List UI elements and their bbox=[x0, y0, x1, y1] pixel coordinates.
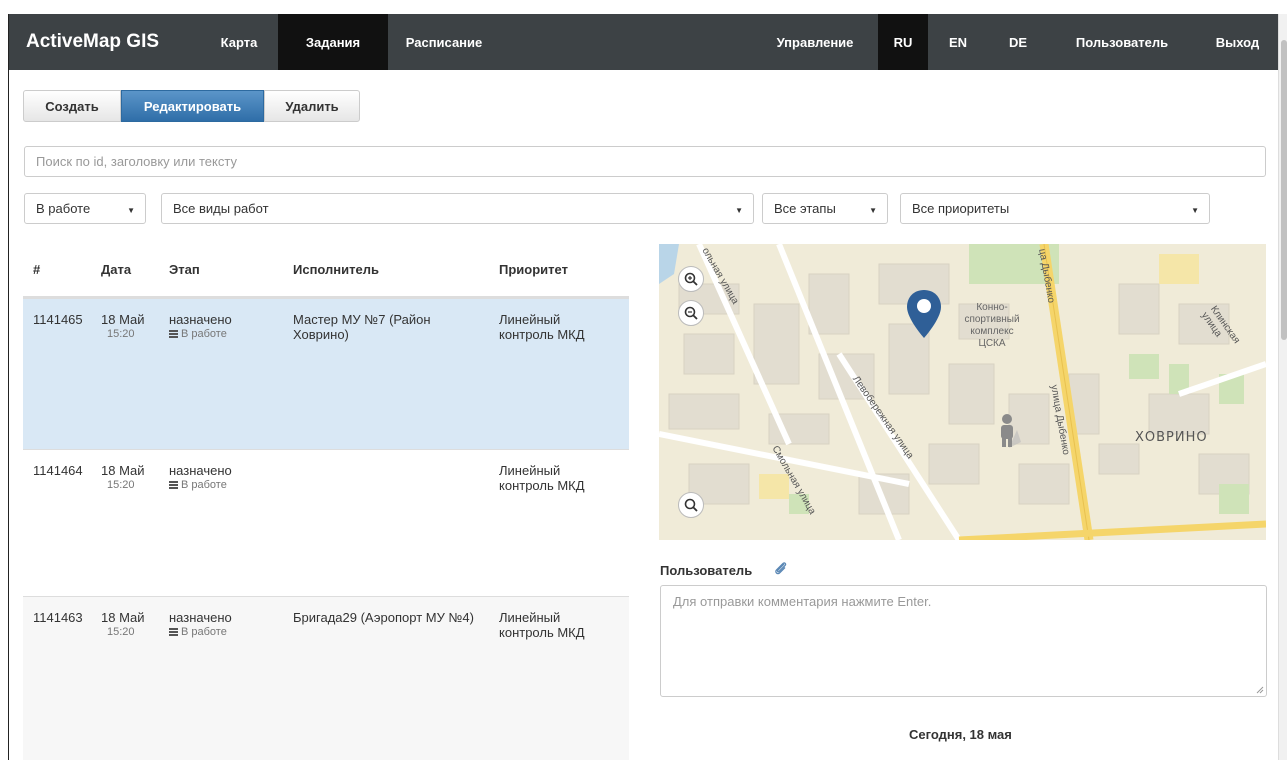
resize-handle-icon[interactable] bbox=[1256, 686, 1264, 694]
page-scrollbar[interactable] bbox=[1278, 14, 1287, 760]
row-date: 18 Май bbox=[101, 610, 145, 625]
lang-en[interactable]: EN bbox=[928, 14, 988, 70]
row-date-cell: 18 Май 15:20 bbox=[101, 312, 145, 342]
chevron-down-icon: ▼ bbox=[735, 206, 743, 215]
comment-placeholder: Для отправки комментария нажмите Enter. bbox=[673, 594, 932, 609]
map-label-complex: Конно- спортивный комплекс ЦСКА bbox=[957, 302, 1027, 350]
row-priority: Линейный контроль МКД bbox=[499, 610, 585, 640]
zoom-out-icon[interactable] bbox=[678, 300, 704, 326]
nav-schedule[interactable]: Расписание bbox=[388, 14, 500, 70]
row-stage-cell: назначено В работе bbox=[169, 610, 232, 640]
table-row[interactable]: 1141463 18 Май 15:20 назначено В работе … bbox=[23, 596, 629, 760]
chevron-down-icon: ▼ bbox=[1191, 206, 1199, 215]
lang-ru[interactable]: RU bbox=[878, 14, 928, 70]
column-header-date[interactable]: Дата bbox=[101, 262, 131, 277]
row-id: 1141465 bbox=[33, 312, 83, 327]
create-button[interactable]: Создать bbox=[23, 90, 121, 122]
location-marker-icon[interactable] bbox=[905, 288, 943, 340]
paperclip-icon[interactable] bbox=[773, 560, 789, 576]
row-status: В работе bbox=[181, 626, 227, 638]
nav-user[interactable]: Пользователь bbox=[1048, 14, 1196, 70]
search-input[interactable]: Поиск по id, заголовку или тексту bbox=[24, 146, 1266, 177]
row-date: 18 Май bbox=[101, 312, 145, 327]
row-status: В работе bbox=[181, 328, 227, 340]
row-time: 15:20 bbox=[107, 479, 135, 491]
chevron-down-icon: ▼ bbox=[869, 206, 877, 215]
person-icon[interactable] bbox=[997, 412, 1021, 452]
row-date-cell: 18 Май 15:20 bbox=[101, 463, 145, 493]
status-filter-select[interactable]: В работе ▼ bbox=[24, 193, 146, 224]
table-row[interactable]: 1141465 18 Май 15:20 назначено В работе … bbox=[23, 298, 629, 449]
navbar-spacer bbox=[500, 14, 752, 70]
nav-management[interactable]: Управление bbox=[752, 14, 878, 70]
row-date: 18 Май bbox=[101, 463, 145, 478]
row-id: 1141463 bbox=[33, 610, 83, 625]
column-header-priority[interactable]: Приоритет bbox=[499, 262, 568, 277]
app-window: ActiveMap GIS Карта Задания Расписание У… bbox=[8, 14, 1287, 760]
map-canvas[interactable] bbox=[659, 244, 1266, 540]
tasks-table: # Дата Этап Исполнитель Приоритет 114146… bbox=[23, 242, 629, 760]
chevron-down-icon: ▼ bbox=[127, 206, 135, 215]
nav-tasks[interactable]: Задания bbox=[278, 14, 388, 70]
list-icon bbox=[169, 481, 178, 489]
row-priority: Линейный контроль МКД bbox=[499, 463, 585, 493]
row-time: 15:20 bbox=[107, 626, 135, 638]
stage-filter-value: Все этапы bbox=[774, 201, 836, 216]
row-executor: Бригада29 (Аэропорт МУ №4) bbox=[293, 610, 474, 625]
scrollbar-thumb[interactable] bbox=[1281, 40, 1287, 340]
lang-de[interactable]: DE bbox=[988, 14, 1048, 70]
row-stage: назначено bbox=[169, 463, 232, 478]
nav-map[interactable]: Карта bbox=[200, 14, 278, 70]
comment-textarea[interactable]: Для отправки комментария нажмите Enter. bbox=[660, 585, 1267, 697]
list-icon bbox=[169, 628, 178, 636]
action-button-group: Создать Редактировать Удалить bbox=[23, 90, 360, 122]
row-stage: назначено bbox=[169, 610, 232, 625]
row-status: В работе bbox=[181, 479, 227, 491]
row-id: 1141464 bbox=[33, 463, 83, 478]
map-label-area: ХОВРИНО bbox=[1135, 430, 1208, 445]
nav-logout[interactable]: Выход bbox=[1196, 14, 1279, 70]
row-stage-cell: назначено В работе bbox=[169, 463, 232, 493]
table-header: # Дата Этап Исполнитель Приоритет bbox=[23, 242, 629, 298]
priority-filter-select[interactable]: Все приоритеты ▼ bbox=[900, 193, 1210, 224]
map-label-complex-line: Конно- bbox=[976, 302, 1008, 313]
stage-filter-select[interactable]: Все этапы ▼ bbox=[762, 193, 888, 224]
status-filter-value: В работе bbox=[36, 201, 91, 216]
table-row[interactable]: 1141464 18 Май 15:20 назначено В работе … bbox=[23, 449, 629, 596]
map-label-complex-line: спортивный bbox=[964, 314, 1020, 325]
task-map[interactable]: ХОВРИНО Конно- спортивный комплекс ЦСКА … bbox=[659, 244, 1266, 540]
brand-logo[interactable]: ActiveMap GIS bbox=[9, 14, 200, 70]
row-executor: Мастер МУ №7 (Район Ховрино) bbox=[293, 312, 431, 342]
work-type-filter-value: Все виды работ bbox=[173, 201, 269, 216]
list-icon bbox=[169, 330, 178, 338]
zoom-in-icon[interactable] bbox=[678, 266, 704, 292]
column-header-stage[interactable]: Этап bbox=[169, 262, 200, 277]
map-label-complex-line: комплекс bbox=[970, 326, 1014, 337]
column-header-id[interactable]: # bbox=[33, 262, 40, 277]
comments-date-header: Сегодня, 18 мая bbox=[909, 727, 1012, 742]
row-stage: назначено bbox=[169, 312, 232, 327]
row-time: 15:20 bbox=[107, 328, 135, 340]
row-priority: Линейный контроль МКД bbox=[499, 312, 585, 342]
row-date-cell: 18 Май 15:20 bbox=[101, 610, 145, 640]
work-type-filter-select[interactable]: Все виды работ ▼ bbox=[161, 193, 754, 224]
comment-user-label: Пользователь bbox=[660, 563, 753, 578]
map-label-complex-line: ЦСКА bbox=[978, 338, 1006, 349]
search-icon[interactable] bbox=[678, 492, 704, 518]
row-stage-cell: назначено В работе bbox=[169, 312, 232, 342]
edit-button[interactable]: Редактировать bbox=[121, 90, 264, 122]
priority-filter-value: Все приоритеты bbox=[912, 201, 1010, 216]
column-header-executor[interactable]: Исполнитель bbox=[293, 262, 379, 277]
delete-button[interactable]: Удалить bbox=[264, 90, 360, 122]
top-navbar: ActiveMap GIS Карта Задания Расписание У… bbox=[9, 14, 1279, 70]
